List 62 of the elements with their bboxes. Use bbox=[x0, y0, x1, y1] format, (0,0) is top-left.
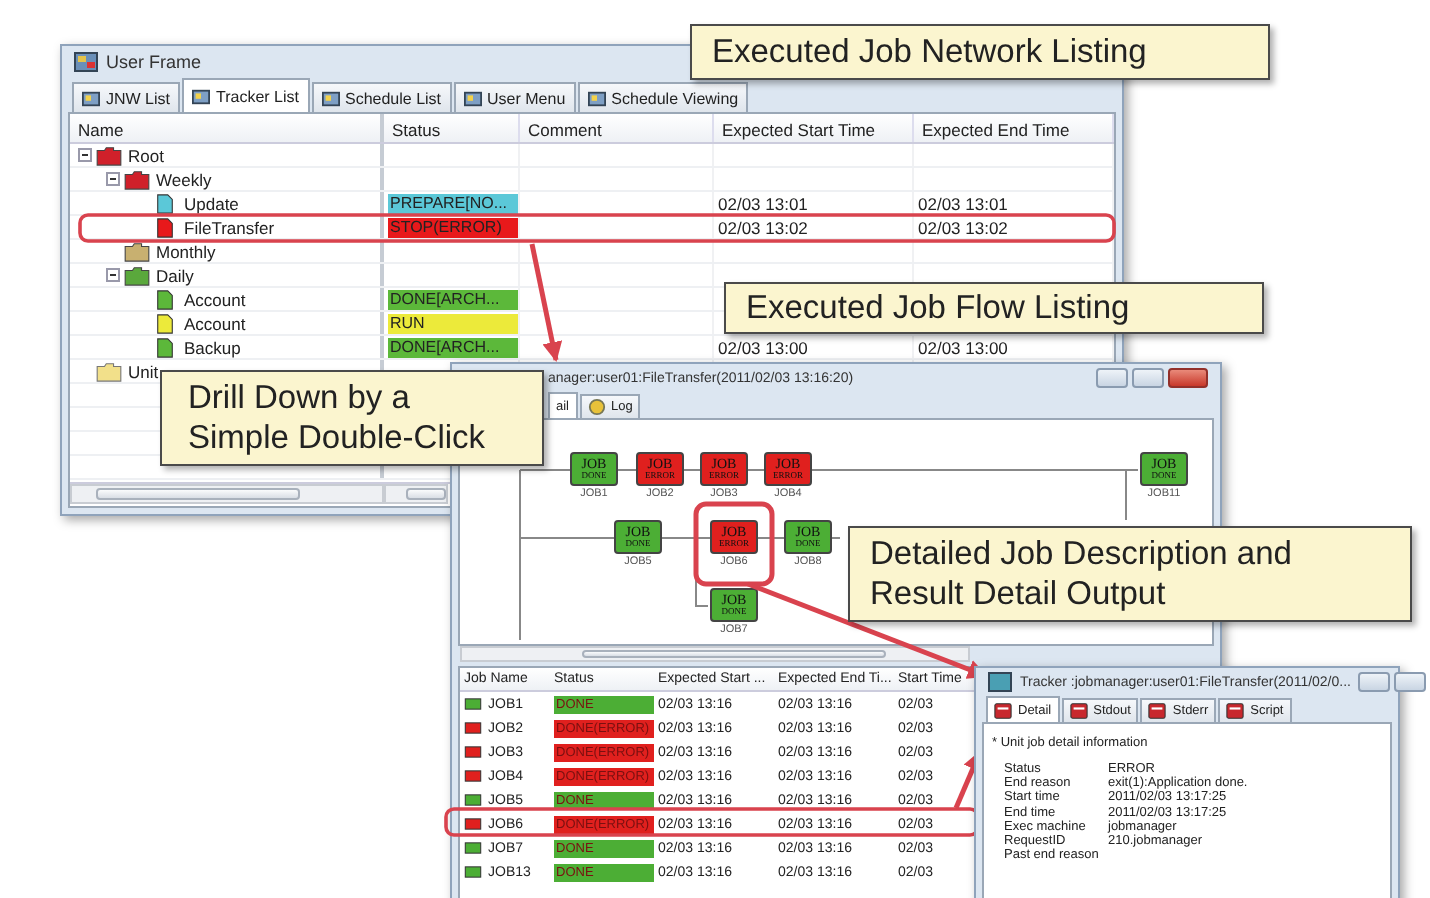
highlight-frame bbox=[693, 501, 775, 587]
close-button[interactable] bbox=[1168, 368, 1208, 388]
status-label: DONE[ARCH... bbox=[388, 289, 518, 309]
document-icon bbox=[152, 313, 178, 333]
tab-icon bbox=[321, 89, 339, 107]
column-header[interactable]: Comment bbox=[520, 114, 714, 142]
expand-toggle[interactable] bbox=[106, 172, 120, 186]
document-icon bbox=[152, 337, 178, 357]
minimize-button[interactable] bbox=[1096, 368, 1128, 388]
arrow bbox=[529, 243, 563, 362]
tree-item[interactable]: Monthly bbox=[156, 241, 216, 261]
tree-item[interactable]: Account bbox=[184, 289, 246, 309]
maximize-button[interactable] bbox=[1394, 672, 1427, 692]
table-cell: 02/03 13:00 bbox=[918, 337, 1008, 357]
tab[interactable]: Schedule Viewing bbox=[577, 82, 749, 112]
app-icon bbox=[74, 52, 98, 72]
expand-toggle[interactable] bbox=[78, 148, 92, 162]
callout: Executed Job Network Listing bbox=[690, 24, 1270, 80]
tab[interactable]: Schedule List bbox=[311, 82, 452, 112]
column-header[interactable]: Expected End Time bbox=[914, 114, 1114, 142]
expand-toggle[interactable] bbox=[106, 268, 120, 282]
tree-item[interactable]: Update bbox=[184, 193, 239, 213]
column-header[interactable]: Name bbox=[70, 114, 384, 142]
tab-icon bbox=[587, 398, 606, 416]
tab-icon bbox=[192, 87, 210, 105]
app-icon bbox=[988, 672, 1012, 692]
table-cell: 02/03 13:02 bbox=[718, 217, 808, 237]
maximize-button[interactable] bbox=[1132, 368, 1164, 388]
horizontal-scrollbar[interactable] bbox=[460, 646, 970, 662]
tab[interactable]: JNW List bbox=[72, 82, 180, 112]
tab-icon bbox=[463, 89, 482, 107]
tree-item[interactable]: FileTransfer bbox=[184, 217, 275, 237]
status-label: RUN bbox=[388, 313, 518, 333]
document-icon bbox=[152, 289, 178, 309]
window-title: User Frame bbox=[106, 52, 202, 72]
minimize-button[interactable] bbox=[1358, 672, 1391, 692]
callout: Detailed Job Description and Result Detail Output bbox=[848, 526, 1412, 622]
tree-item[interactable]: Root bbox=[128, 145, 164, 165]
tab[interactable]: Tracker List bbox=[182, 78, 309, 112]
column-header[interactable]: Expected Start Time bbox=[714, 114, 914, 142]
document-icon bbox=[152, 193, 178, 213]
tab[interactable]: User Menu bbox=[453, 82, 576, 112]
tree-item[interactable]: Unit bbox=[128, 361, 159, 381]
status-label: DONE[ARCH... bbox=[388, 337, 518, 357]
horizontal-scrollbar[interactable] bbox=[384, 484, 448, 504]
table-cell: 02/03 13:02 bbox=[918, 217, 1008, 237]
horizontal-scrollbar[interactable] bbox=[70, 484, 384, 504]
tree-item[interactable]: Weekly bbox=[156, 169, 212, 189]
tree-item[interactable]: Daily bbox=[156, 265, 194, 285]
document-icon bbox=[152, 217, 178, 237]
column-header[interactable]: Status bbox=[384, 114, 520, 142]
tab-icon bbox=[587, 89, 606, 107]
status-label: PREPARE[NO... bbox=[388, 193, 518, 213]
tab-icon bbox=[82, 89, 100, 107]
table-cell: 02/03 13:01 bbox=[918, 193, 1008, 213]
tree-item[interactable]: Account bbox=[184, 313, 246, 333]
callout: Drill Down by a Simple Double-Click bbox=[160, 370, 544, 466]
callout: Executed Job Flow Listing bbox=[724, 282, 1264, 334]
tree-item[interactable]: Backup bbox=[184, 337, 241, 357]
table-cell: 02/03 13:00 bbox=[718, 337, 808, 357]
status-label: STOP(ERROR) bbox=[388, 217, 518, 237]
table-cell: 02/03 13:01 bbox=[718, 193, 808, 213]
